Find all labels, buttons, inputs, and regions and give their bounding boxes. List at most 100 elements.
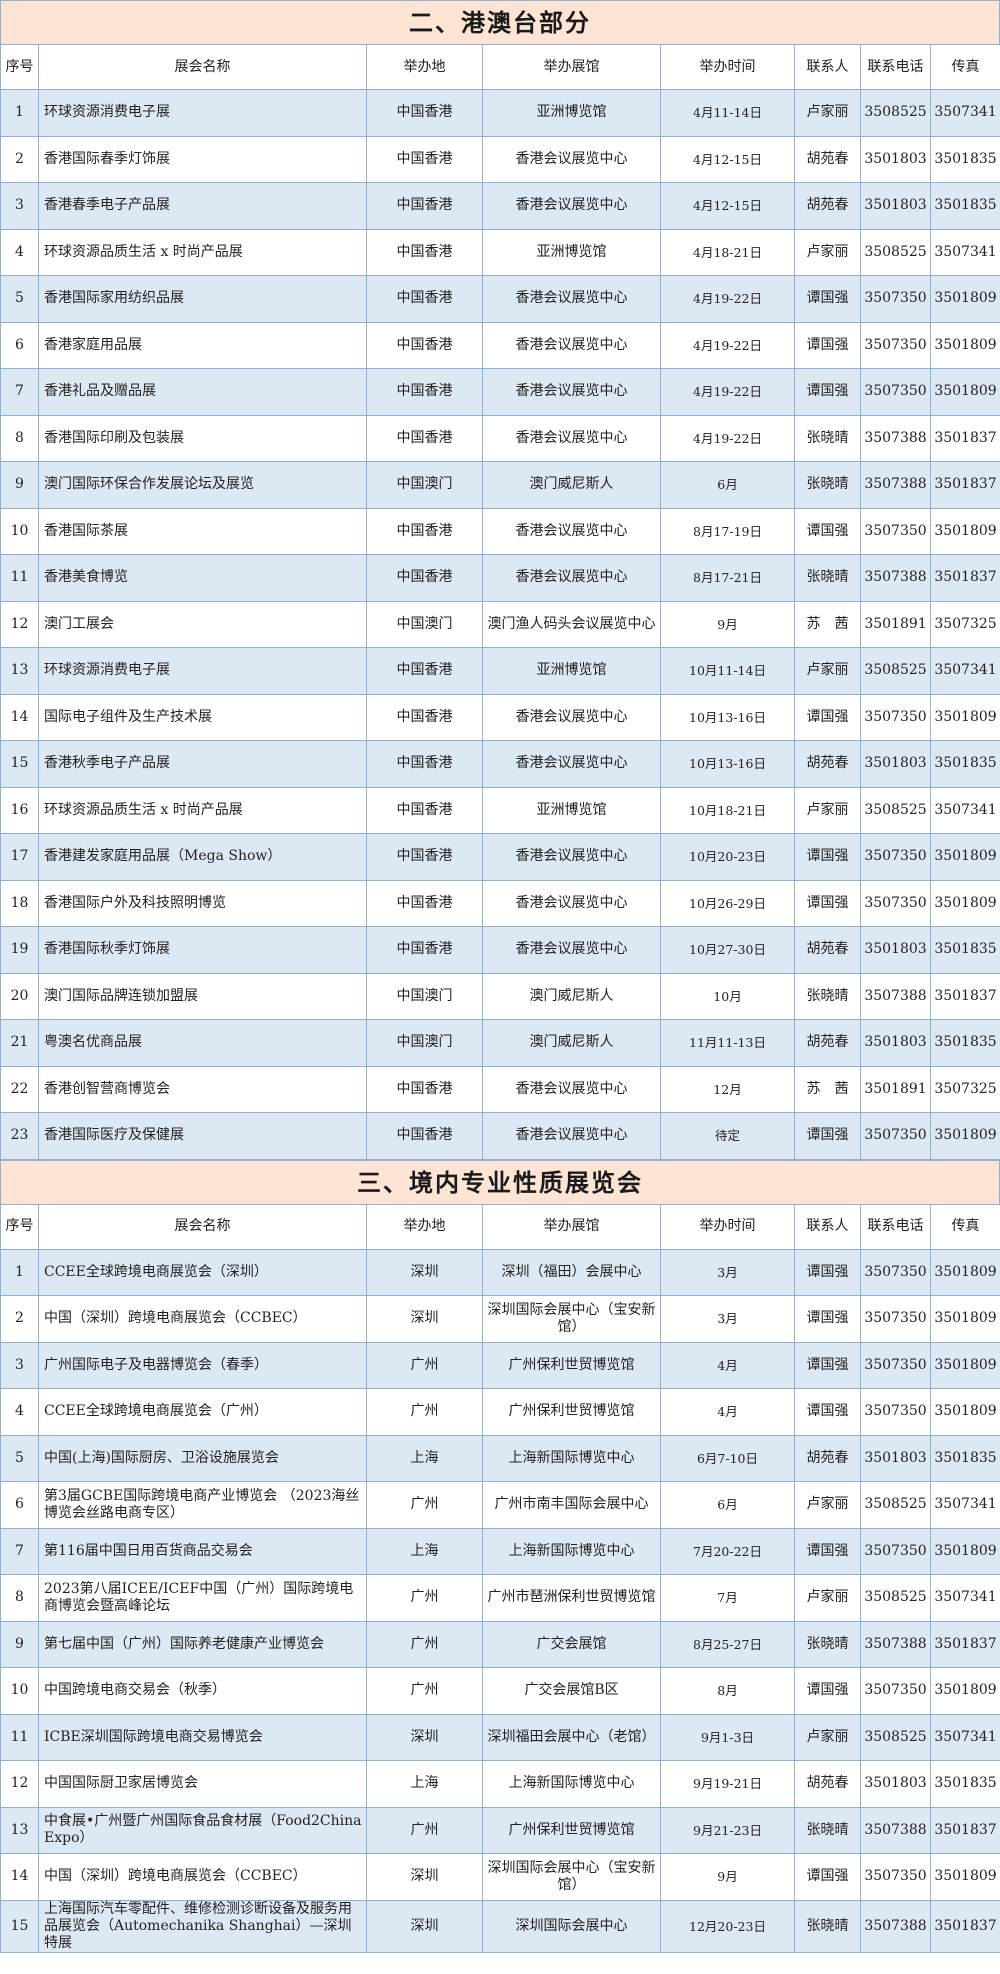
cell-date: 10月13-16日 <box>660 740 795 788</box>
table-row: 1 CCEE全球跨境电商展览会（深圳） 深圳 深圳（福田）会展中心 3月 谭国强 35073… <box>0 1248 1000 1296</box>
cell-date: 4月12-15日 <box>660 182 795 230</box>
table-row: 10 中国跨境电商交易会（秋季） 广州 广交会展馆B区 8月 谭国强 3507350 3501… <box>0 1667 1000 1715</box>
cell-contact: 张晓晴 <box>794 1806 861 1854</box>
cell-city: 中国香港 <box>366 1065 483 1113</box>
cell-date: 8月17-19日 <box>660 507 795 555</box>
table-row: 9 澳门国际环保合作发展论坛及展览 中国澳门 澳门威尼斯人 6月 张晓晴 3507388 35… <box>0 461 1000 509</box>
cell-city: 广州 <box>366 1806 483 1854</box>
cell-phone: 3507350 <box>860 1388 931 1436</box>
cell-index: 14 <box>0 1853 39 1901</box>
table-row: 3 广州国际电子及电器博览会（春季） 广州 广州保利世贸博览馆 4月 谭国强 3507350… <box>0 1341 1000 1389</box>
cell-contact: 卢家丽 <box>794 786 861 834</box>
cell-contact: 苏 茜 <box>794 1065 861 1113</box>
cell-date: 9月 <box>660 1853 795 1901</box>
cell-phone: 3501803 <box>860 135 931 183</box>
cell-index: 12 <box>0 600 39 648</box>
cell-venue: 香港会议展览中心 <box>482 507 661 555</box>
cell-venue: 深圳国际会展中心（宝安新馆） <box>482 1853 661 1901</box>
cell-city: 中国香港 <box>366 507 483 555</box>
column-header-contact: 联系人 <box>794 44 861 90</box>
cell-phone: 3508525 <box>860 1481 931 1529</box>
table-row: 19 香港国际秋季灯饰展 中国香港 香港会议展览中心 10月27-30日 胡苑春 35018… <box>0 926 1000 974</box>
cell-date: 4月 <box>660 1388 795 1436</box>
cell-venue: 香港会议展览中心 <box>482 879 661 927</box>
cell-phone: 3507350 <box>860 1295 931 1343</box>
cell-city: 中国香港 <box>366 275 483 323</box>
cell-contact: 谭国强 <box>794 693 861 741</box>
cell-phone: 3507350 <box>860 507 931 555</box>
cell-name: 中食展•广州暨广州国际食品食材展（Food2China Expo） <box>38 1806 367 1854</box>
cell-date: 10月13-16日 <box>660 693 795 741</box>
cell-name: 第七届中国（广州）国际养老健康产业博览会 <box>38 1620 367 1668</box>
cell-date: 9月21-23日 <box>660 1806 795 1854</box>
cell-phone: 3507388 <box>860 1806 931 1854</box>
cell-venue: 香港会议展览中心 <box>482 135 661 183</box>
cell-contact: 张晓晴 <box>794 1620 861 1668</box>
cell-name: 中国(上海)国际厨房、卫浴设施展览会 <box>38 1434 367 1482</box>
cell-phone: 3507350 <box>860 275 931 323</box>
cell-name: 2023第八届ICEE/ICEF中国（广州）国际跨境电商博览会暨高峰论坛 <box>38 1574 367 1622</box>
cell-fax: 3507341 <box>930 647 1000 695</box>
cell-contact: 胡苑春 <box>794 1434 861 1482</box>
cell-name: 香港国际茶展 <box>38 507 367 555</box>
cell-contact: 谭国强 <box>794 507 861 555</box>
cell-contact: 张晓晴 <box>794 414 861 462</box>
column-header-contact: 联系人 <box>794 1203 861 1250</box>
cell-contact: 胡苑春 <box>794 1019 861 1067</box>
cell-index: 17 <box>0 833 39 881</box>
cell-index: 16 <box>0 786 39 834</box>
cell-venue: 广交会展馆 <box>482 1620 661 1668</box>
cell-index: 10 <box>0 507 39 555</box>
cell-phone: 3501803 <box>860 182 931 230</box>
cell-fax: 3501837 <box>930 972 1000 1020</box>
cell-fax: 3501835 <box>930 740 1000 788</box>
cell-venue: 上海新国际博览中心 <box>482 1760 661 1808</box>
cell-fax: 3501809 <box>930 1388 1000 1436</box>
cell-index: 3 <box>0 1341 39 1389</box>
cell-city: 中国香港 <box>366 740 483 788</box>
cell-contact: 胡苑春 <box>794 1760 861 1808</box>
cell-phone: 3507388 <box>860 1899 931 1953</box>
cell-date: 6月7-10日 <box>660 1434 795 1482</box>
cell-venue: 广交会展馆B区 <box>482 1667 661 1715</box>
cell-city: 中国香港 <box>366 321 483 369</box>
cell-index: 13 <box>0 1806 39 1854</box>
table-row: 21 粤澳名优商品展 中国澳门 澳门威尼斯人 11月11-13日 胡苑春 3501803 35… <box>0 1019 1000 1067</box>
cell-phone: 3507350 <box>860 1341 931 1389</box>
cell-name: 香港礼品及赠品展 <box>38 368 367 416</box>
cell-venue: 亚洲博览馆 <box>482 786 661 834</box>
cell-venue: 香港会议展览中心 <box>482 926 661 974</box>
table-row: 6 第3届GCBE国际跨境电商产业博览会 （2023海丝博览会丝路电商专区） 广州广… <box>0 1481 1000 1529</box>
cell-phone: 3507388 <box>860 554 931 602</box>
cell-name: 中国国际厨卫家居博览会 <box>38 1760 367 1808</box>
table-row: 5 香港国际家用纺织品展 中国香港 香港会议展览中心 4月19-22日 谭国强 350735… <box>0 275 1000 323</box>
cell-name: 环球资源消费电子展 <box>38 647 367 695</box>
cell-date: 4月19-22日 <box>660 368 795 416</box>
cell-name: 环球资源品质生活 x 时尚产品展 <box>38 786 367 834</box>
cell-date: 6月 <box>660 461 795 509</box>
cell-city: 中国香港 <box>366 414 483 462</box>
cell-name: 香港国际春季灯饰展 <box>38 135 367 183</box>
cell-phone: 3507350 <box>860 1853 931 1901</box>
cell-date: 10月20-23日 <box>660 833 795 881</box>
cell-name: 环球资源消费电子展 <box>38 89 367 137</box>
cell-date: 10月27-30日 <box>660 926 795 974</box>
cell-phone: 3501891 <box>860 1065 931 1113</box>
table-row: 8 2023第八届ICEE/ICEF中国（广州）国际跨境电商博览会暨高峰论坛 广州广… <box>0 1574 1000 1622</box>
table-row: 14 国际电子组件及生产技术展 中国香港 香港会议展览中心 10月13-16日 谭国强 35… <box>0 693 1000 741</box>
cell-index: 7 <box>0 1527 39 1575</box>
cell-fax: 3501809 <box>930 693 1000 741</box>
cell-name: 澳门国际品牌连锁加盟展 <box>38 972 367 1020</box>
cell-fax: 3501809 <box>930 1341 1000 1389</box>
column-header-date: 举办时间 <box>660 44 795 90</box>
table-row: 20 澳门国际品牌连锁加盟展 中国澳门 澳门威尼斯人 10月 张晓晴 3507388 3501… <box>0 972 1000 1020</box>
cell-contact: 谭国强 <box>794 1853 861 1901</box>
cell-date: 3月 <box>660 1248 795 1296</box>
cell-phone: 3501891 <box>860 600 931 648</box>
cell-city: 上海 <box>366 1760 483 1808</box>
cell-venue: 亚洲博览馆 <box>482 89 661 137</box>
cell-index: 20 <box>0 972 39 1020</box>
cell-city: 中国香港 <box>366 228 483 276</box>
cell-phone: 3508525 <box>860 89 931 137</box>
cell-index: 3 <box>0 182 39 230</box>
